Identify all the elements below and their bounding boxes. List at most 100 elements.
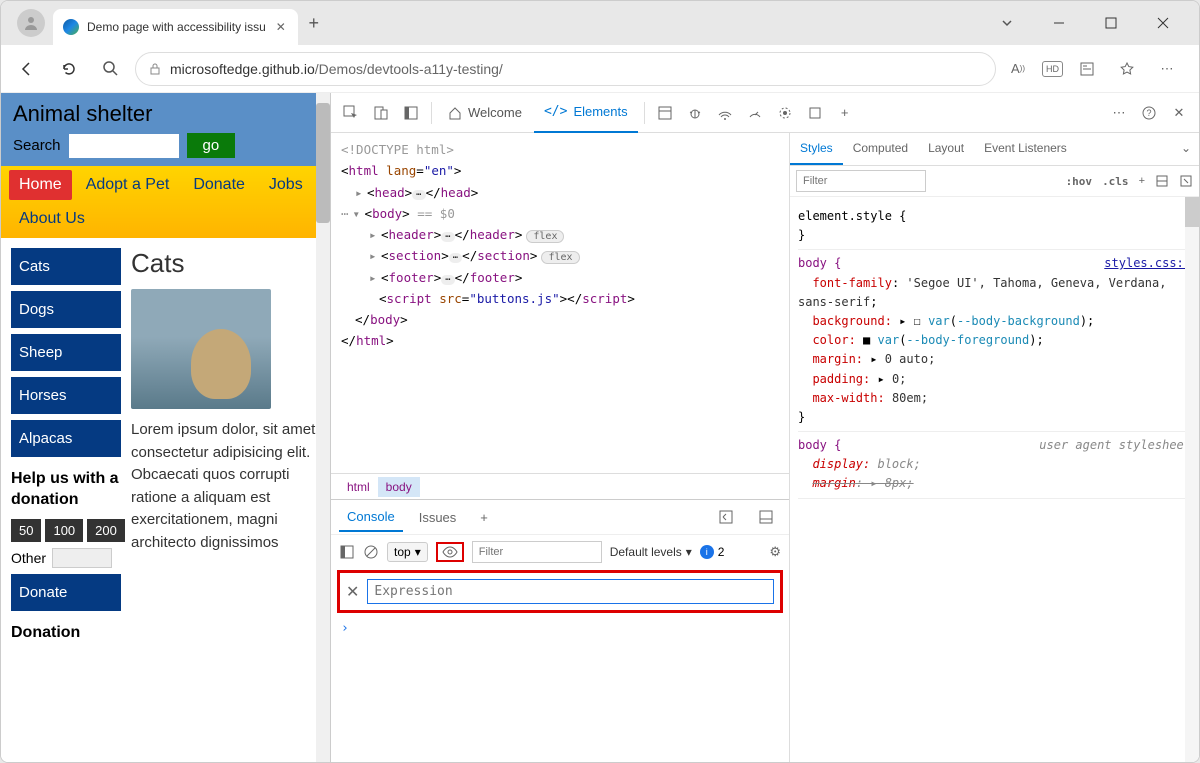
- live-expression-row: ✕: [337, 570, 783, 613]
- chevron-down-icon[interactable]: [987, 7, 1027, 39]
- close-expression-icon[interactable]: ✕: [346, 582, 359, 602]
- memory-icon[interactable]: [771, 99, 799, 127]
- console-filter-input[interactable]: [472, 541, 602, 563]
- sidebar-sheep[interactable]: Sheep: [11, 334, 121, 371]
- crumb-body[interactable]: body: [378, 477, 420, 497]
- sidebar-dogs[interactable]: Dogs: [11, 291, 121, 328]
- expression-input[interactable]: [367, 579, 774, 604]
- styles-tab-events[interactable]: Event Listeners: [974, 133, 1077, 165]
- tab-title: Demo page with accessibility issu: [87, 20, 266, 34]
- refresh-button[interactable]: [51, 51, 87, 87]
- search-input[interactable]: [69, 134, 179, 158]
- plus-icon[interactable]: +: [831, 99, 859, 127]
- styles-tab-styles[interactable]: Styles: [790, 133, 843, 165]
- content-heading: Cats: [131, 248, 326, 279]
- clear-console-icon[interactable]: [363, 544, 379, 560]
- cls-toggle[interactable]: .cls: [1102, 175, 1129, 188]
- styles-rules[interactable]: element.style {} styles.css:1 body { fon…: [790, 197, 1199, 762]
- sidebar: Cats Dogs Sheep Horses Alpacas Help us w…: [11, 248, 121, 651]
- live-expression-button[interactable]: [436, 542, 464, 562]
- webpage-viewport: Animal shelter Search go Home Adopt a Pe…: [1, 93, 331, 762]
- amount-50[interactable]: 50: [11, 519, 41, 542]
- profile-icon[interactable]: [17, 9, 45, 37]
- donate-button[interactable]: Donate: [11, 574, 121, 611]
- search-icon[interactable]: [93, 51, 129, 87]
- sidebar-horses[interactable]: Horses: [11, 377, 121, 414]
- styles-panel: Styles Computed Layout Event Listeners ⌄…: [789, 133, 1199, 762]
- search-label: Search: [13, 137, 61, 154]
- dock-icon[interactable]: [397, 99, 425, 127]
- console-prompt[interactable]: ›: [331, 615, 789, 642]
- devtools: Welcome </>Elements + ⋯ ? ✕: [331, 93, 1199, 762]
- page-header: Animal shelter Search go: [1, 93, 330, 166]
- network-icon[interactable]: [711, 99, 739, 127]
- doctype-line: <!DOCTYPE html>: [341, 139, 779, 160]
- page-scrollbar[interactable]: [316, 93, 330, 762]
- issues-badge[interactable]: i2: [700, 545, 725, 559]
- nav-donate[interactable]: Donate: [183, 170, 255, 200]
- drawer-expand-icon[interactable]: [711, 504, 741, 530]
- more-icon[interactable]: ⋯: [1151, 53, 1183, 85]
- bug-icon[interactable]: [681, 99, 709, 127]
- sidebar-toggle-icon[interactable]: [339, 544, 355, 560]
- application-icon[interactable]: [801, 99, 829, 127]
- lock-icon: [148, 62, 162, 76]
- sidebar-alpacas[interactable]: Alpacas: [11, 420, 121, 457]
- elements-panel: <!DOCTYPE html> <html lang="en"> ▸<head>…: [331, 133, 789, 762]
- inspect-icon[interactable]: [337, 99, 365, 127]
- read-aloud-icon[interactable]: A)): [1002, 53, 1034, 85]
- close-devtools-icon[interactable]: ✕: [1165, 99, 1193, 127]
- drawer-dock-icon[interactable]: [751, 504, 781, 530]
- other-amount-input[interactable]: [52, 548, 112, 568]
- maximize-button[interactable]: [1091, 7, 1131, 39]
- breadcrumbs[interactable]: html body: [331, 473, 789, 499]
- minimize-button[interactable]: [1039, 7, 1079, 39]
- close-window-button[interactable]: [1143, 7, 1183, 39]
- styles-tab-computed[interactable]: Computed: [843, 133, 918, 165]
- dom-tree[interactable]: <!DOCTYPE html> <html lang="en"> ▸<head>…: [331, 133, 789, 473]
- nav-adopt[interactable]: Adopt a Pet: [76, 170, 180, 200]
- device-icon[interactable]: [367, 99, 395, 127]
- context-selector[interactable]: top ▾: [387, 542, 428, 562]
- console-settings-icon[interactable]: ⚙: [769, 544, 781, 560]
- close-tab-icon[interactable]: ✕: [274, 18, 288, 36]
- hov-toggle[interactable]: :hov: [1066, 175, 1093, 188]
- nav-about[interactable]: About Us: [9, 204, 95, 234]
- site-title: Animal shelter: [13, 101, 318, 127]
- crumb-html[interactable]: html: [339, 477, 378, 497]
- performance-icon[interactable]: [741, 99, 769, 127]
- styles-tab-layout[interactable]: Layout: [918, 133, 974, 165]
- log-levels[interactable]: Default levels ▾: [610, 545, 692, 559]
- more-tools-icon[interactable]: ⋯: [1105, 99, 1133, 127]
- nav-jobs[interactable]: Jobs: [259, 170, 313, 200]
- browser-tab[interactable]: Demo page with accessibility issu ✕: [53, 9, 298, 45]
- amount-100[interactable]: 100: [45, 519, 83, 542]
- source-link[interactable]: styles.css:1: [1104, 254, 1191, 273]
- sidebar-cats[interactable]: Cats: [11, 248, 121, 285]
- other-label: Other: [11, 550, 46, 566]
- flexbox-icon[interactable]: [1155, 174, 1169, 188]
- content-text: Lorem ipsum dolor, sit amet consectetur …: [131, 419, 326, 554]
- reader-icon[interactable]: [1071, 53, 1103, 85]
- drawer-add-tab[interactable]: +: [472, 504, 496, 531]
- styles-filter-input[interactable]: [796, 170, 926, 192]
- help-icon[interactable]: ?: [1135, 99, 1163, 127]
- styles-scrollbar[interactable]: [1185, 197, 1199, 762]
- computed-icon[interactable]: [1179, 174, 1193, 188]
- url-box[interactable]: microsoftedge.github.io/Demos/devtools-a…: [135, 52, 996, 86]
- go-button[interactable]: go: [187, 133, 236, 158]
- tab-elements[interactable]: </>Elements: [534, 93, 638, 133]
- styles-tabs-more-icon[interactable]: ⌄: [1173, 133, 1199, 165]
- app-icon[interactable]: [651, 99, 679, 127]
- favorite-icon[interactable]: [1111, 53, 1143, 85]
- amount-200[interactable]: 200: [87, 519, 125, 542]
- drawer-tab-issues[interactable]: Issues: [411, 504, 465, 531]
- tab-welcome[interactable]: Welcome: [438, 93, 532, 133]
- drawer-tab-console[interactable]: Console: [339, 503, 403, 532]
- new-rule-icon[interactable]: +: [1139, 175, 1145, 187]
- new-tab-button[interactable]: +: [298, 7, 330, 39]
- hd-icon[interactable]: HD: [1042, 61, 1063, 77]
- donate-heading: Help us with a donation: [11, 469, 121, 511]
- back-button[interactable]: [9, 51, 45, 87]
- nav-home[interactable]: Home: [9, 170, 72, 200]
